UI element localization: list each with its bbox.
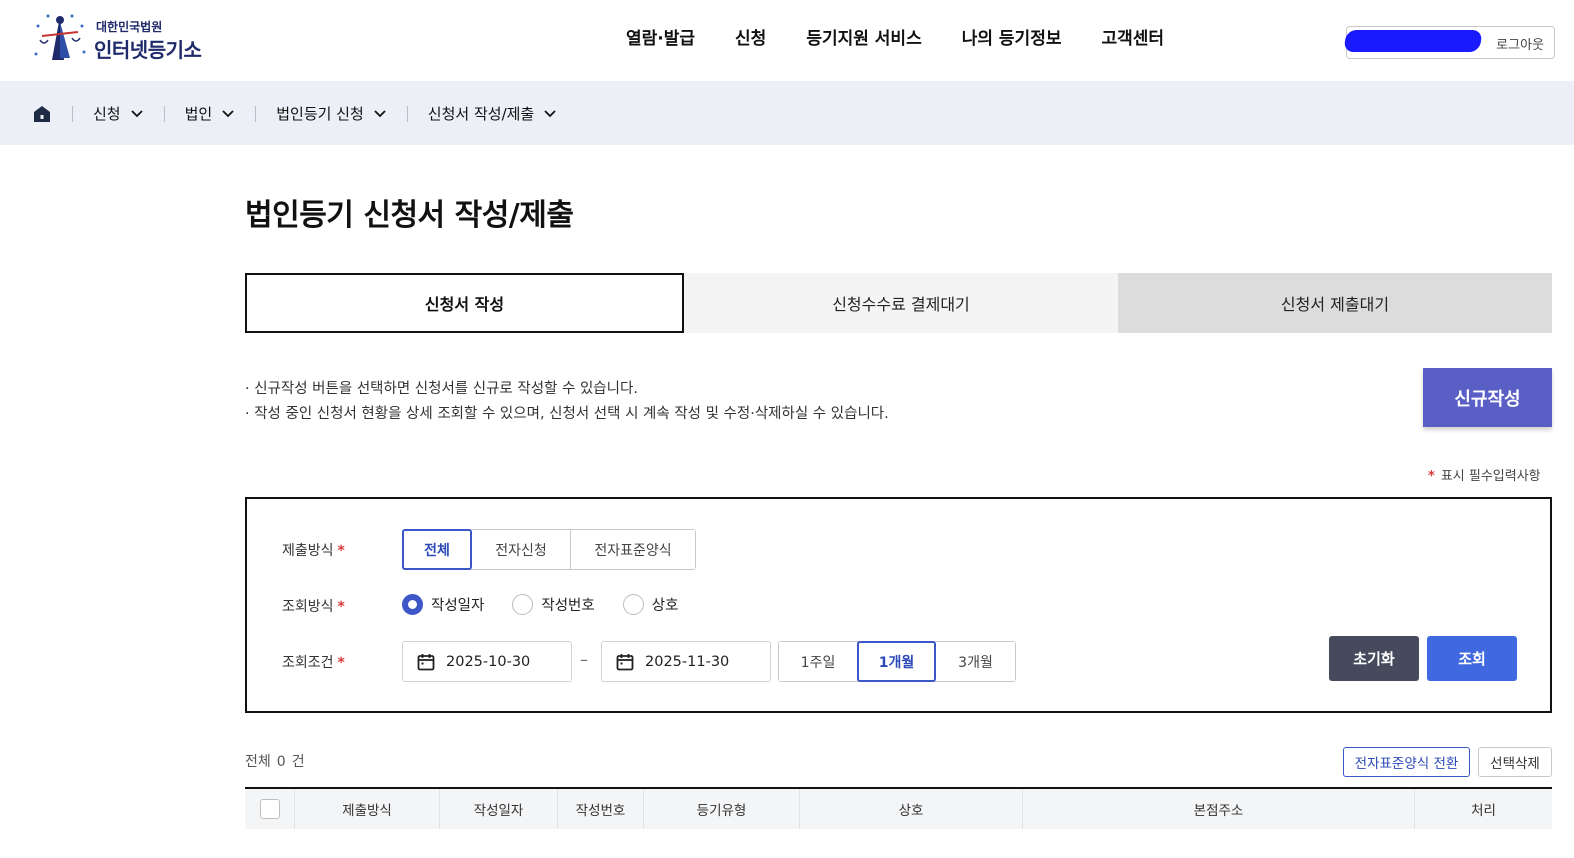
tab-fee-pending[interactable]: 신청수수료 결제대기 xyxy=(684,273,1118,333)
column-header: 본점주소 xyxy=(1023,789,1415,829)
tab-write[interactable]: 신청서 작성 xyxy=(245,273,684,333)
logout-button[interactable]: 로그아웃 xyxy=(1496,34,1544,53)
breadcrumb-divider xyxy=(163,105,165,122)
radio-indicator xyxy=(402,594,423,615)
column-header: 등기유형 xyxy=(644,789,800,829)
page-title: 법인등기 신청서 작성/제출 xyxy=(245,198,574,233)
breadcrumb-item-write-submit[interactable]: 신청서 작성/제출 xyxy=(428,103,557,124)
radio-company-name[interactable]: 상호 xyxy=(622,594,679,615)
period-1week[interactable]: 1주일 xyxy=(779,642,858,681)
breadcrumb-divider xyxy=(255,105,257,122)
radio-write-date[interactable]: 작성일자 xyxy=(402,594,484,615)
calendar-icon[interactable] xyxy=(417,653,435,671)
calendar-icon[interactable] xyxy=(616,653,634,671)
query-method-label: 조회방식 * xyxy=(282,596,345,616)
breadcrumb-label: 신청서 작성/제출 xyxy=(427,105,535,123)
main-nav: 열람·발급 신청 등기지원 서비스 나의 등기정보 고객센터 xyxy=(626,24,1204,49)
delete-selected-button[interactable]: 선택삭제 xyxy=(1478,747,1552,777)
court-emblem-icon xyxy=(34,14,86,60)
table-header: 제출방식 작성일자 작성번호 등기유형 상호 본점주소 처리 xyxy=(245,787,1552,829)
label-text: 조회방식 xyxy=(282,599,334,615)
tab-submit-pending[interactable]: 신청서 제출대기 xyxy=(1118,273,1552,333)
breadcrumb-item-corp-registration[interactable]: 법인등기 신청 xyxy=(276,103,387,124)
result-count: 전체 0 건 xyxy=(245,751,311,771)
select-all-cell xyxy=(245,789,295,829)
result-count-value: 0 xyxy=(276,754,286,770)
search-panel: 제출방식 * 전체 전자신청 전자표준양식 조회방식 * 작성일자 작성번호 상호 … xyxy=(245,497,1552,713)
required-star: * xyxy=(337,599,345,615)
radio-label: 작성일자 xyxy=(431,598,485,614)
breadcrumb-bar: 신청 법인 법인등기 신청 신청서 작성/제출 xyxy=(0,81,1574,145)
required-note-text: 표시 필수입력사항 xyxy=(1440,469,1541,484)
result-count-suffix: 건 xyxy=(291,754,305,770)
column-header: 작성일자 xyxy=(440,789,558,829)
radio-label: 작성번호 xyxy=(541,598,595,614)
submit-method-label: 제출방식 * xyxy=(282,540,345,560)
column-header: 작성번호 xyxy=(558,789,644,829)
date-to-field[interactable]: 2025-11-30 xyxy=(601,641,771,682)
nav-item-customer-center[interactable]: 고객센터 xyxy=(1101,24,1164,49)
submit-option-standard-form[interactable]: 전자표준양식 xyxy=(571,530,695,569)
breadcrumb-item-corporation[interactable]: 법인 xyxy=(185,103,236,124)
submit-option-electronic[interactable]: 전자신청 xyxy=(472,530,571,569)
breadcrumb-label: 신청 xyxy=(93,105,121,123)
required-note: * 표시 필수입력사항 xyxy=(1428,465,1541,484)
search-button[interactable]: 조회 xyxy=(1427,636,1517,681)
column-header: 상호 xyxy=(800,789,1023,829)
column-header: 제출방식 xyxy=(295,789,440,829)
guide-note: · 작성 중인 신청서 현황을 상세 조회할 수 있으며, 신청서 선택 시 계… xyxy=(245,406,889,422)
breadcrumb-label: 법인등기 신청 xyxy=(276,105,364,123)
tab-bar: 신청서 작성 신청수수료 결제대기 신청서 제출대기 xyxy=(245,273,1552,333)
breadcrumb-item-apply[interactable]: 신청 xyxy=(93,103,144,124)
chevron-down-icon xyxy=(374,109,386,117)
radio-label: 상호 xyxy=(651,598,679,614)
redacted-username xyxy=(1343,30,1483,52)
nav-item-support[interactable]: 등기지원 서비스 xyxy=(806,24,921,49)
chevron-down-icon xyxy=(130,109,143,117)
required-star: * xyxy=(337,655,345,671)
required-star: * xyxy=(337,543,345,559)
breadcrumb-label: 법인 xyxy=(184,105,213,123)
date-to-value: 2025-11-30 xyxy=(645,653,730,670)
convert-standard-form-button[interactable]: 전자표준양식 전환 xyxy=(1343,747,1470,777)
chevron-down-icon xyxy=(544,109,556,117)
breadcrumb-divider xyxy=(72,105,73,122)
site-logo[interactable]: 대한민국법원 인터넷등기소 xyxy=(30,10,220,66)
period-1month[interactable]: 1개월 xyxy=(857,641,936,682)
date-from-value: 2025-10-30 xyxy=(446,653,531,670)
label-text: 조회조건 xyxy=(282,655,334,671)
logo-title: 인터넷등기소 xyxy=(94,38,202,62)
period-3month[interactable]: 3개월 xyxy=(936,642,1015,681)
submit-method-group: 전체 전자신청 전자표준양식 xyxy=(402,529,696,570)
guide-note: · 신규작성 버튼을 선택하면 신청서를 신규로 작성할 수 있습니다. xyxy=(245,381,638,397)
breadcrumb-divider xyxy=(406,105,408,122)
query-condition-label: 조회조건 * xyxy=(282,652,345,672)
date-from-field[interactable]: 2025-10-30 xyxy=(402,641,572,682)
required-star: * xyxy=(1428,469,1435,484)
logo-subtitle: 대한민국법원 xyxy=(96,20,163,34)
nav-item-my-info[interactable]: 나의 등기정보 xyxy=(962,24,1062,49)
submit-option-all[interactable]: 전체 xyxy=(402,529,472,570)
nav-item-apply[interactable]: 신청 xyxy=(735,24,766,49)
date-range-separator: – xyxy=(580,650,588,669)
result-count-prefix: 전체 xyxy=(245,754,271,770)
chevron-down-icon xyxy=(222,109,234,117)
breadcrumb: 신청 법인 법인등기 신청 신청서 작성/제출 xyxy=(32,103,557,124)
period-group: 1주일 1개월 3개월 xyxy=(778,641,1016,682)
user-box: 로그아웃 xyxy=(1343,26,1555,59)
home-icon[interactable] xyxy=(32,104,52,124)
reset-button[interactable]: 초기화 xyxy=(1329,636,1419,681)
radio-indicator xyxy=(512,594,534,615)
query-method-radios: 작성일자 작성번호 상호 xyxy=(402,594,706,615)
column-header: 처리 xyxy=(1471,803,1496,819)
new-application-button[interactable]: 신규작성 xyxy=(1423,368,1552,427)
top-header: 대한민국법원 인터넷등기소 열람·발급 신청 등기지원 서비스 나의 등기정보 … xyxy=(0,0,1574,81)
select-all-checkbox[interactable] xyxy=(259,799,280,819)
radio-write-number[interactable]: 작성번호 xyxy=(512,594,595,615)
label-text: 제출방식 xyxy=(282,543,334,559)
nav-item-view-issue[interactable]: 열람·발급 xyxy=(626,24,695,49)
guide-notes: · 신규작성 버튼을 선택하면 신청서를 신규로 작성할 수 있습니다. · 작… xyxy=(245,377,889,427)
radio-indicator xyxy=(622,594,644,615)
